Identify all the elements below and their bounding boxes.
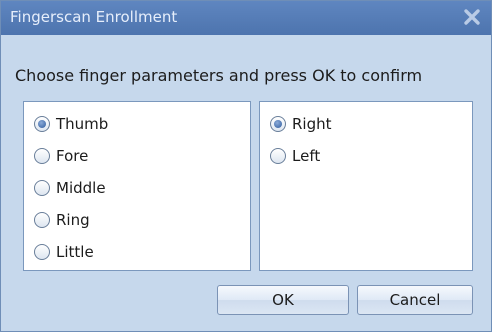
- radio-button-little[interactable]: [34, 244, 50, 260]
- radio-option-ring[interactable]: Ring: [34, 208, 90, 232]
- radio-button-fore[interactable]: [34, 148, 50, 164]
- fingerscan-enrollment-dialog: Fingerscan Enrollment Choose finger para…: [0, 0, 492, 332]
- radio-button-left[interactable]: [270, 148, 286, 164]
- hand-selection-panel: Right Left: [259, 101, 473, 271]
- radio-option-middle[interactable]: Middle: [34, 176, 106, 200]
- radio-label-ring: Ring: [56, 211, 90, 229]
- window-title: Fingerscan Enrollment: [10, 8, 178, 26]
- title-bar: Fingerscan Enrollment: [1, 1, 491, 35]
- close-button[interactable]: [459, 4, 485, 30]
- radio-label-fore: Fore: [56, 147, 89, 165]
- radio-option-left[interactable]: Left: [270, 144, 320, 168]
- radio-button-thumb[interactable]: [34, 116, 50, 132]
- finger-selection-panel: Thumb Fore Middle Ring Little: [23, 101, 251, 271]
- radio-label-right: Right: [292, 115, 332, 133]
- instruction-text: Choose finger parameters and press OK to…: [15, 66, 423, 85]
- radio-option-right[interactable]: Right: [270, 112, 332, 136]
- radio-label-little: Little: [56, 243, 94, 261]
- radio-label-left: Left: [292, 147, 321, 165]
- close-icon: [464, 9, 480, 25]
- radio-option-thumb[interactable]: Thumb: [34, 112, 108, 136]
- radio-button-ring[interactable]: [34, 212, 50, 228]
- radio-option-little[interactable]: Little: [34, 240, 94, 264]
- radio-label-thumb: Thumb: [56, 115, 109, 133]
- radio-option-fore[interactable]: Fore: [34, 144, 88, 168]
- radio-button-right[interactable]: [270, 116, 286, 132]
- radio-button-middle[interactable]: [34, 180, 50, 196]
- cancel-button[interactable]: Cancel: [357, 285, 473, 315]
- ok-button[interactable]: OK: [217, 285, 349, 315]
- radio-label-middle: Middle: [56, 179, 106, 197]
